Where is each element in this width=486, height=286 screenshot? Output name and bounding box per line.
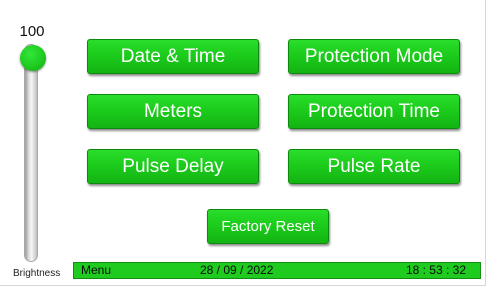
meters-button[interactable]: Meters [87, 94, 259, 129]
status-menu-label[interactable]: Menu [81, 263, 111, 278]
date-time-button[interactable]: Date & Time [87, 39, 259, 74]
pulse-rate-button[interactable]: Pulse Rate [288, 149, 460, 184]
factory-reset-button[interactable]: Factory Reset [207, 209, 329, 244]
brightness-slider-track[interactable] [24, 44, 38, 262]
brightness-slider-knob[interactable] [20, 45, 46, 71]
brightness-value: 100 [19, 23, 45, 40]
status-bar: Menu 28 / 09 / 2022 18 : 53 : 32 [73, 262, 481, 279]
status-time: 18 : 53 : 32 [405, 263, 466, 277]
pulse-delay-button[interactable]: Pulse Delay [87, 149, 259, 184]
protection-mode-button[interactable]: Protection Mode [288, 39, 460, 74]
screen-frame: 100 Brightness Date & Time Protection Mo… [0, 0, 486, 286]
brightness-label: Brightness [13, 268, 61, 279]
status-date: 28 / 09 / 2022 [200, 263, 274, 277]
protection-time-button[interactable]: Protection Time [288, 94, 460, 129]
